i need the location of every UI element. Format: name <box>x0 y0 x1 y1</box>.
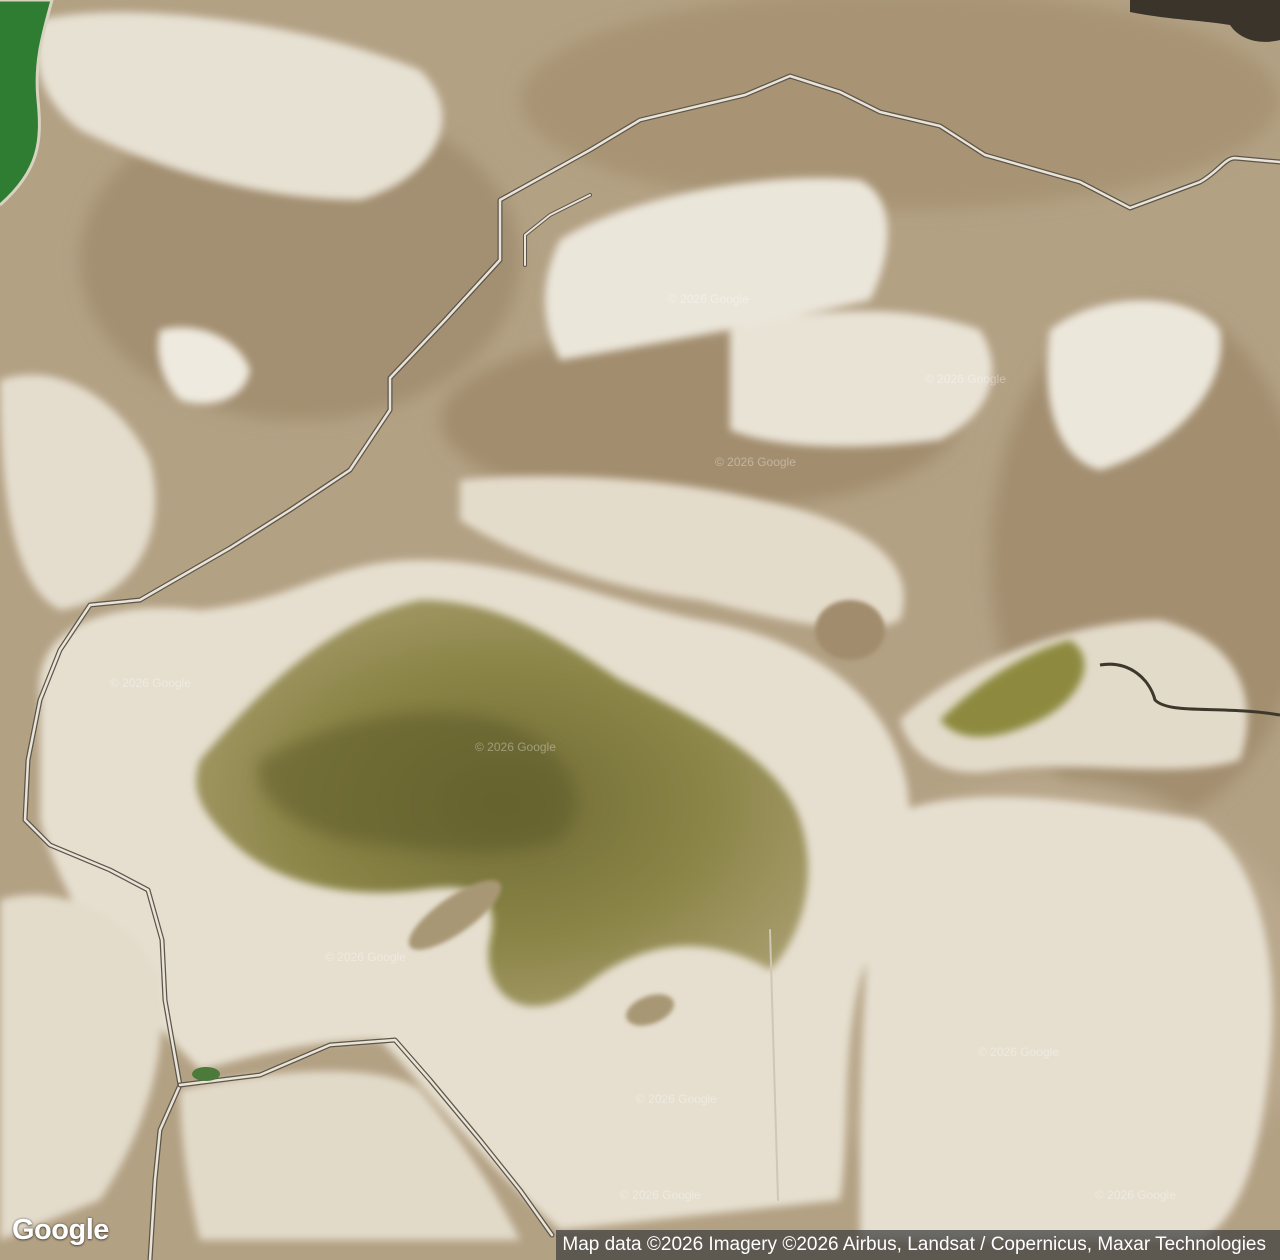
satellite-map[interactable]: © 2026 Google © 2026 Google © 2026 Googl… <box>0 0 1280 1260</box>
satellite-imagery <box>0 0 1280 1260</box>
pond <box>192 1067 220 1081</box>
google-logo: Google <box>12 1214 109 1246</box>
map-attribution[interactable]: Map data ©2026 Imagery ©2026 Airbus, Lan… <box>556 1230 1280 1260</box>
